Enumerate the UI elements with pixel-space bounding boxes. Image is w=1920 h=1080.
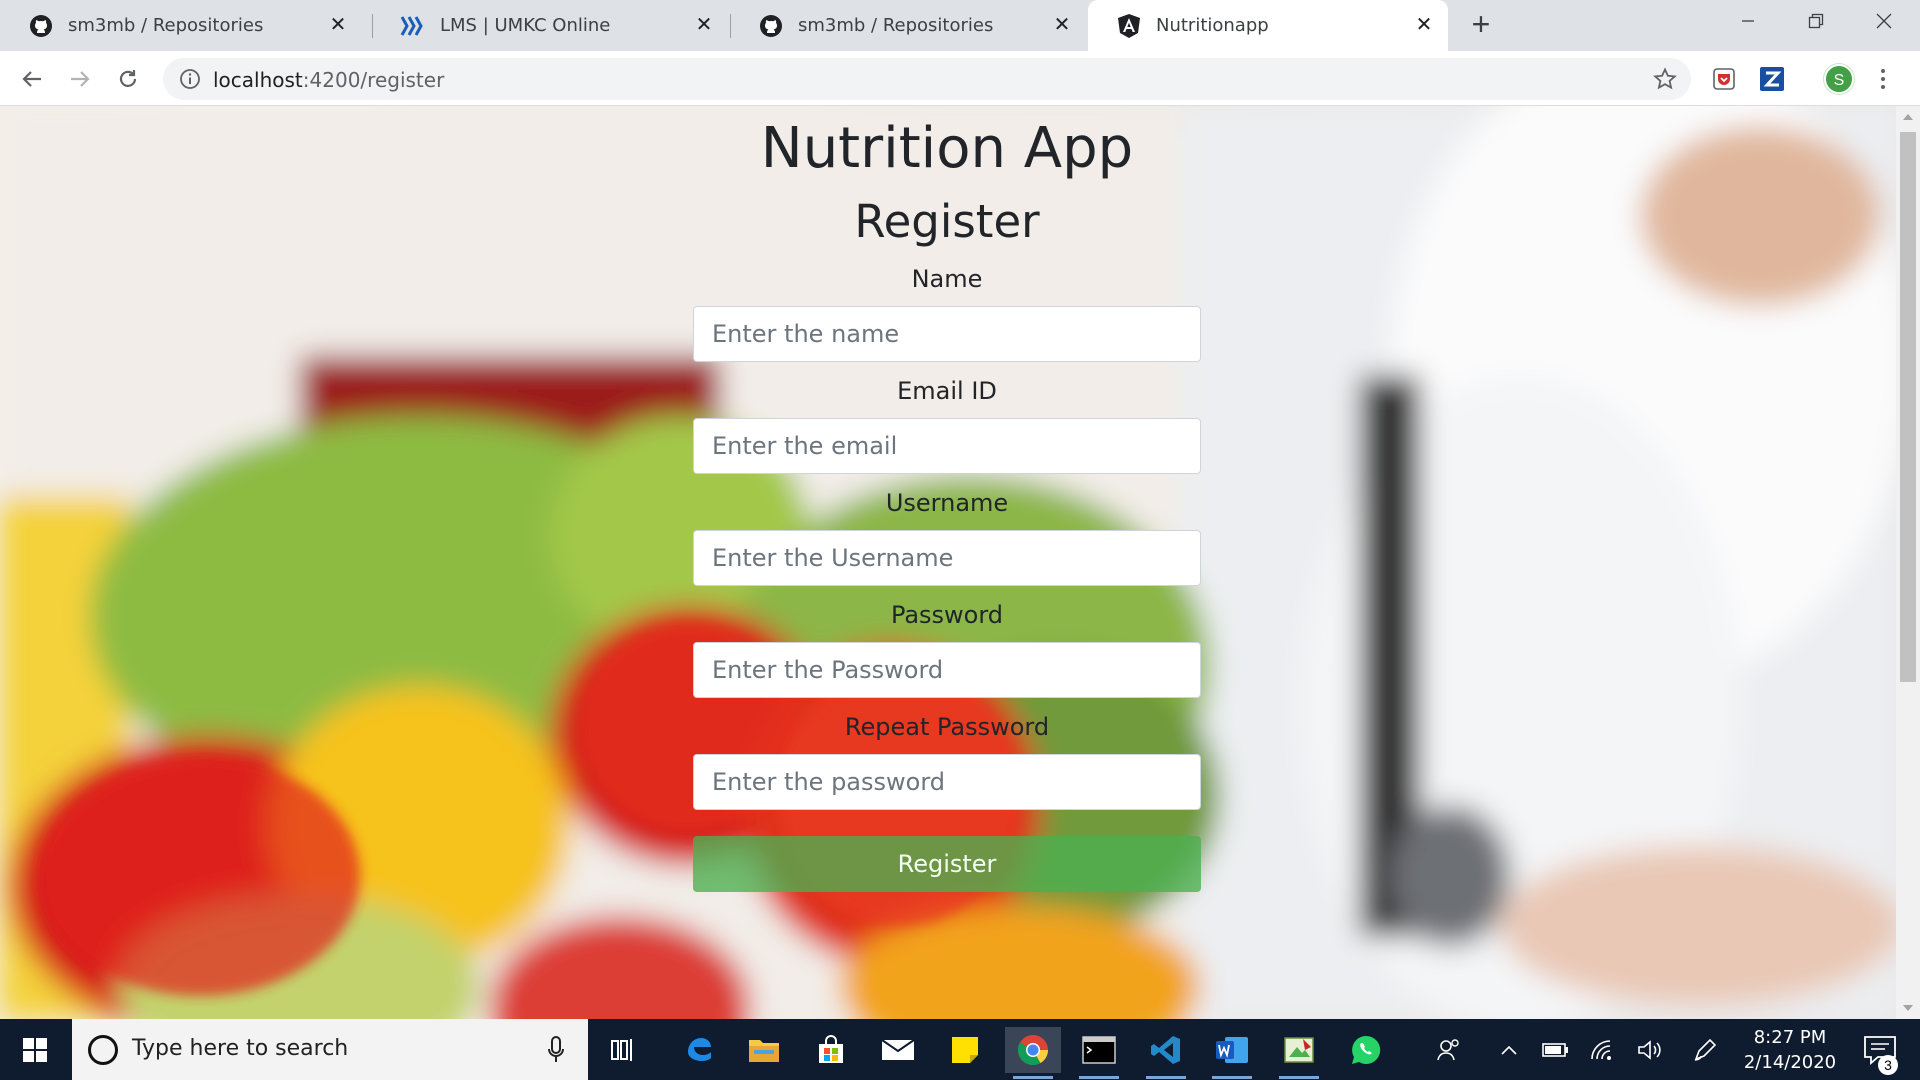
mail-icon[interactable]: [870, 1027, 926, 1073]
chevron-up-icon[interactable]: [1494, 1035, 1524, 1065]
tab-label: sm3mb / Repositories: [798, 15, 994, 36]
angular-icon: [1116, 13, 1142, 39]
close-icon[interactable]: ✕: [1050, 13, 1074, 37]
email-label: Email ID: [897, 377, 997, 405]
info-icon[interactable]: [179, 68, 201, 90]
word-icon[interactable]: [1204, 1027, 1260, 1079]
scrollbar-thumb[interactable]: [1900, 132, 1916, 682]
profile-avatar[interactable]: S: [1824, 64, 1854, 94]
tab-label: Nutritionapp: [1156, 15, 1269, 36]
clock-time: 8:27 PM: [1753, 1027, 1827, 1048]
page-scrollbar[interactable]: [1896, 106, 1920, 1019]
taskbar-clock[interactable]: 8:27 PM 2/14/2020: [1740, 1025, 1840, 1075]
pen-icon[interactable]: [1690, 1035, 1720, 1065]
url-host: localhost: [213, 68, 303, 92]
restore-icon: [1808, 13, 1824, 29]
wifi-icon[interactable]: [1588, 1035, 1618, 1065]
taskbar-search-box[interactable]: Type here to search: [72, 1019, 588, 1080]
repeat-password-label: Repeat Password: [844, 713, 1050, 741]
reload-icon: [119, 70, 137, 87]
url-path: :4200/register: [302, 68, 445, 92]
email-input[interactable]: [693, 418, 1201, 474]
start-button[interactable]: [0, 1019, 70, 1080]
register-form: Nutrition App Register Name Email ID Use…: [693, 106, 1201, 892]
store-icon[interactable]: [803, 1027, 859, 1073]
task-view-icon[interactable]: [596, 1027, 652, 1073]
repeat-password-input[interactable]: [693, 754, 1201, 810]
cortana-icon: [88, 1035, 118, 1065]
search-placeholder: Type here to search: [132, 1036, 349, 1061]
new-tab-button[interactable]: +: [1466, 8, 1496, 40]
zotero-extension-icon[interactable]: [1758, 65, 1786, 93]
volume-icon[interactable]: [1636, 1035, 1666, 1065]
scroll-down-icon[interactable]: [1903, 1005, 1913, 1011]
password-input[interactable]: [693, 642, 1201, 698]
people-icon[interactable]: [1434, 1035, 1464, 1065]
close-window-button[interactable]: [1856, 0, 1912, 42]
username-label: Username: [885, 489, 1009, 517]
whatsapp-icon[interactable]: [1338, 1027, 1394, 1073]
register-button[interactable]: Register: [693, 836, 1201, 892]
notification-count-badge: 3: [1878, 1055, 1898, 1075]
browser-toolbar: localhost:4200/register S: [0, 51, 1920, 106]
password-label: Password: [890, 601, 1004, 629]
arrow-right-icon: [71, 71, 90, 87]
close-icon: [1876, 13, 1892, 29]
minimize-icon: [1742, 20, 1754, 22]
tab-nutritionapp[interactable]: Nutritionapp ✕: [1088, 0, 1448, 51]
tab-strip: sm3mb / Repositories ✕ LMS | UMKC Online…: [0, 0, 1920, 51]
page-viewport: Nutrition App Register Name Email ID Use…: [0, 106, 1896, 1019]
chrome-icon[interactable]: [1005, 1027, 1061, 1079]
vscode-icon[interactable]: [1138, 1027, 1194, 1079]
tab-github-repositories-1[interactable]: sm3mb / Repositories ✕: [0, 0, 362, 51]
tab-label: LMS | UMKC Online: [440, 15, 611, 36]
terminal-icon[interactable]: [1071, 1027, 1127, 1079]
close-icon[interactable]: ✕: [1412, 13, 1436, 37]
tab-github-repositories-2[interactable]: sm3mb / Repositories ✕: [730, 0, 1086, 51]
url-text: localhost:4200/register: [213, 68, 444, 92]
microphone-icon[interactable]: [546, 1035, 566, 1065]
tab-label: sm3mb / Repositories: [68, 15, 264, 36]
more-menu-icon[interactable]: [1878, 65, 1888, 93]
restore-button[interactable]: [1788, 0, 1844, 42]
form-title: Register: [854, 195, 1040, 248]
close-icon[interactable]: ✕: [326, 13, 350, 37]
close-icon[interactable]: ✕: [692, 13, 716, 37]
reload-button[interactable]: [112, 63, 144, 95]
battery-icon[interactable]: [1540, 1035, 1570, 1065]
windows-icon: [23, 1037, 47, 1062]
lms-icon: [400, 13, 426, 39]
pocket-extension-icon[interactable]: [1710, 65, 1738, 93]
app-title: Nutrition App: [760, 116, 1134, 181]
github-icon: [758, 13, 784, 39]
scroll-up-icon[interactable]: [1903, 114, 1913, 120]
windows-taskbar: Type here to search 8:27 PM 2/14/2020 3: [0, 1019, 1920, 1080]
file-explorer-icon[interactable]: [736, 1027, 792, 1073]
edge-icon[interactable]: [670, 1027, 726, 1073]
sticky-notes-icon[interactable]: [937, 1027, 993, 1073]
bookmark-star-icon[interactable]: [1653, 67, 1677, 91]
address-bar[interactable]: localhost:4200/register: [163, 58, 1691, 100]
name-input[interactable]: [693, 306, 1201, 362]
clock-date: 2/14/2020: [1743, 1052, 1837, 1073]
paint-icon[interactable]: [1271, 1027, 1327, 1079]
tab-lms-umkc[interactable]: LMS | UMKC Online ✕: [372, 0, 728, 51]
username-input[interactable]: [693, 530, 1201, 586]
name-label: Name: [911, 265, 983, 293]
minimize-button[interactable]: [1720, 0, 1776, 42]
back-button[interactable]: [16, 63, 48, 95]
github-icon: [28, 13, 54, 39]
arrow-left-icon: [22, 71, 41, 87]
forward-button[interactable]: [64, 63, 96, 95]
